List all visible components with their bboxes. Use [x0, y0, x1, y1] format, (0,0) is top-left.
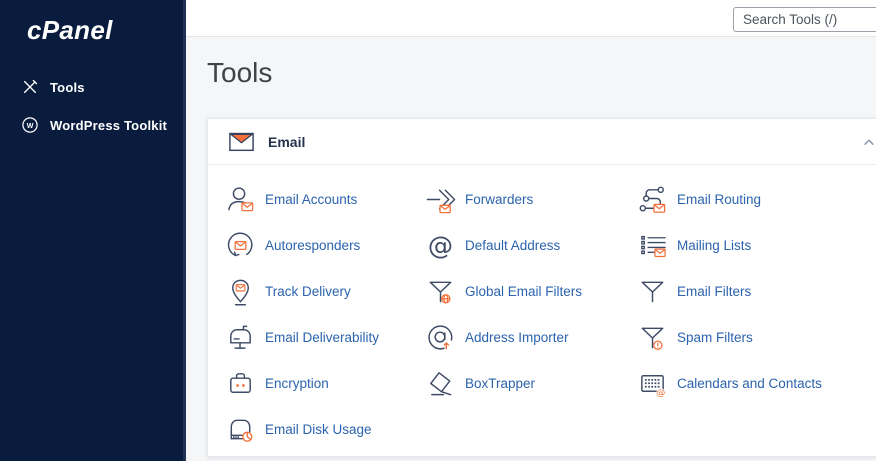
tool-encryption[interactable]: Encryption: [225, 360, 425, 406]
tool-calendars-and-contacts[interactable]: Calendars and Contacts: [637, 360, 876, 406]
wordpress-icon: [21, 116, 39, 134]
tool-label: Email Routing: [677, 192, 761, 207]
global-email-filters-icon: [425, 276, 456, 307]
cpanel-logo[interactable]: cPanel: [0, 0, 186, 45]
tool-label: Forwarders: [465, 192, 533, 207]
tool-email-filters[interactable]: Email Filters: [637, 268, 876, 314]
search-input[interactable]: [733, 7, 876, 32]
tool-label: Default Address: [465, 238, 560, 253]
tool-label: Spam Filters: [677, 330, 753, 345]
email-section-header[interactable]: Email: [208, 119, 876, 165]
sidebar-item-label: WordPress Toolkit: [50, 118, 167, 133]
tool-forwarders[interactable]: Forwarders: [425, 176, 637, 222]
sidebar-item-wordpress-toolkit[interactable]: WordPress Toolkit: [0, 106, 186, 144]
chevron-up-icon[interactable]: [862, 135, 876, 149]
email-accounts-icon: [225, 184, 256, 215]
forwarders-icon: [425, 184, 456, 215]
tool-label: Address Importer: [465, 330, 569, 345]
tool-email-disk-usage[interactable]: Email Disk Usage: [225, 406, 425, 452]
tool-label: Email Filters: [677, 284, 751, 299]
tool-default-address[interactable]: Default Address: [425, 222, 637, 268]
track-delivery-icon: [225, 276, 256, 307]
email-routing-icon: [637, 184, 668, 215]
sidebar-nav: Tools WordPress Toolkit: [0, 68, 186, 144]
email-section: Email Email Accounts Forwarders Email Ro…: [207, 118, 876, 457]
tool-track-delivery[interactable]: Track Delivery: [225, 268, 425, 314]
sidebar: cPanel Tools WordPress Toolkit: [0, 0, 186, 461]
tool-spam-filters[interactable]: Spam Filters: [637, 314, 876, 360]
calendars-and-contacts-icon: [637, 368, 668, 399]
tool-email-deliverability[interactable]: Email Deliverability: [225, 314, 425, 360]
tool-label: Calendars and Contacts: [677, 376, 822, 391]
tool-autoresponders[interactable]: Autoresponders: [225, 222, 425, 268]
email-section-title: Email: [268, 134, 305, 150]
email-disk-usage-icon: [225, 414, 256, 445]
email-tools-grid: Email Accounts Forwarders Email Routing …: [208, 165, 876, 456]
topbar: [186, 0, 876, 37]
tool-mailing-lists[interactable]: Mailing Lists: [637, 222, 876, 268]
default-address-icon: [425, 230, 456, 261]
main-content: Tools Email Email Accounts Forwarders: [186, 37, 876, 461]
tool-label: Email Disk Usage: [265, 422, 372, 437]
page-title: Tools: [207, 56, 876, 90]
autoresponders-icon: [225, 230, 256, 261]
email-filters-icon: [637, 276, 668, 307]
tool-label: Email Accounts: [265, 192, 357, 207]
tool-global-email-filters[interactable]: Global Email Filters: [425, 268, 637, 314]
spam-filters-icon: [637, 322, 668, 353]
tool-label: Mailing Lists: [677, 238, 751, 253]
tool-email-accounts[interactable]: Email Accounts: [225, 176, 425, 222]
sidebar-item-tools[interactable]: Tools: [0, 68, 186, 106]
tools-icon: [21, 78, 39, 96]
envelope-icon: [228, 131, 255, 152]
tool-label: Global Email Filters: [465, 284, 582, 299]
tool-boxtrapper[interactable]: BoxTrapper: [425, 360, 637, 406]
sidebar-item-label: Tools: [50, 80, 85, 95]
cpanel-app: cPanel Tools WordPress Toolkit Tools Ema…: [0, 0, 876, 461]
tool-label: Encryption: [265, 376, 329, 391]
email-deliverability-icon: [225, 322, 256, 353]
tool-label: Email Deliverability: [265, 330, 379, 345]
address-importer-icon: [425, 322, 456, 353]
tool-label: Autoresponders: [265, 238, 360, 253]
tool-label: BoxTrapper: [465, 376, 535, 391]
tool-address-importer[interactable]: Address Importer: [425, 314, 637, 360]
mailing-lists-icon: [637, 230, 668, 261]
boxtrapper-icon: [425, 368, 456, 399]
encryption-icon: [225, 368, 256, 399]
tool-label: Track Delivery: [265, 284, 351, 299]
tool-email-routing[interactable]: Email Routing: [637, 176, 876, 222]
